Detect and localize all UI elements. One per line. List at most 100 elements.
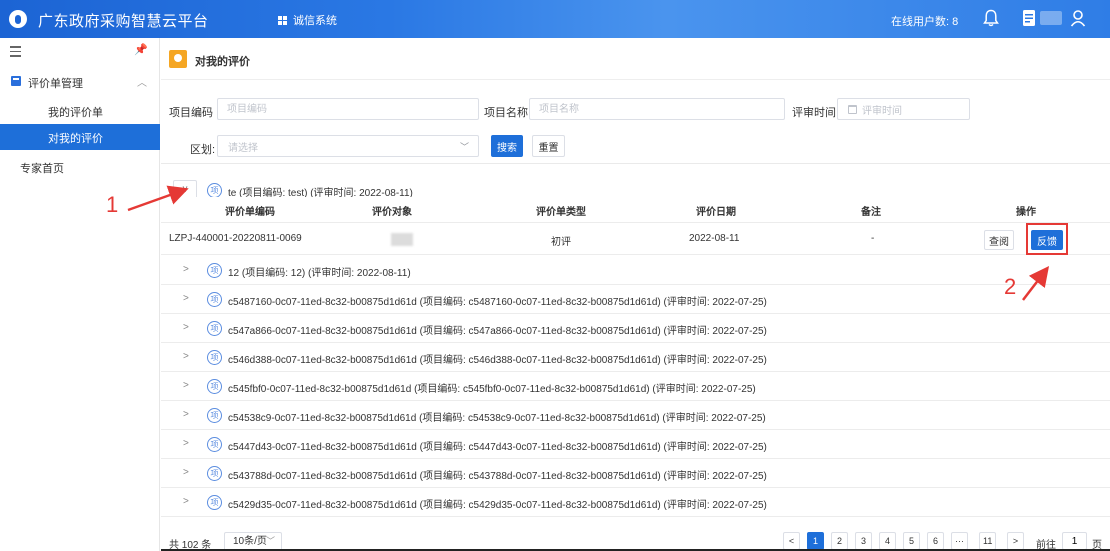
next-page-button[interactable]: > [1007, 532, 1024, 550]
page-size-value: 10条/页 [233, 536, 267, 547]
reset-button[interactable]: 重置 [532, 135, 565, 157]
chevron-down-icon: ﹀ [265, 536, 275, 546]
sidebar-toolbar: 📌 [0, 38, 160, 64]
group-title: c546d388-0c07-11ed-8c32-b00875d1d61d (项目… [228, 355, 767, 366]
review-time-picker[interactable]: 评审时间 [837, 98, 970, 120]
chevron-right-icon[interactable]: > [183, 438, 189, 449]
shield-logo-icon [9, 10, 27, 28]
group-title: c5487160-0c07-11ed-8c32-b00875d1d61d (项目… [228, 297, 767, 308]
sidebar-item-label: 我的评价单 [48, 107, 103, 119]
group-title: c545fbf0-0c07-11ed-8c32-b00875d1d61d (项目… [228, 384, 756, 395]
chevron-right-icon[interactable]: > [183, 467, 189, 478]
chevron-right-icon[interactable]: > [183, 264, 189, 275]
search-button[interactable]: 搜索 [491, 135, 523, 157]
sidebar-group-evaluation[interactable]: 评价单管理 ︿ [0, 71, 160, 93]
list-item[interactable]: > 项 c5429d35-0c07-11ed-8c32-b00875d1d61d (… [161, 488, 1110, 517]
project-badge: 项 [207, 495, 222, 510]
chevron-right-icon[interactable]: > [183, 293, 189, 304]
sidebar-item-my-evaluations[interactable]: 我的评价单 [0, 98, 160, 124]
goto-page-input[interactable] [1062, 532, 1087, 550]
column-header: 备注 [861, 207, 881, 218]
region-placeholder: 请选择 [228, 142, 258, 154]
system-switch[interactable]: 诚信系统 [278, 12, 337, 28]
list-item[interactable]: > 项 c545fbf0-0c07-11ed-8c32-b00875d1d61d (… [161, 372, 1110, 401]
sidebar-item-evaluations-of-me[interactable]: 对我的评价 [0, 124, 160, 150]
page-ellipsis[interactable]: ··· [951, 532, 968, 550]
page-button[interactable]: 1 [807, 532, 824, 550]
list-item[interactable]: > 项 c543788d-0c07-11ed-8c32-b00875d1d61d (… [161, 459, 1110, 488]
page-button[interactable]: 6 [927, 532, 944, 550]
page-button[interactable]: 2 [831, 532, 848, 550]
review-time-label: 评审时间 [792, 107, 836, 119]
evaluation-remark: - [871, 233, 875, 244]
project-badge: 项 [207, 292, 222, 307]
column-header: 评价日期 [696, 207, 736, 218]
region-label: 区划: [190, 144, 216, 156]
calendar-icon [848, 104, 857, 114]
view-button[interactable]: 查阅 [984, 230, 1014, 250]
region-select[interactable]: 请选择 ﹀ [217, 135, 479, 157]
project-badge: 项 [207, 437, 222, 452]
bell-icon[interactable] [983, 9, 999, 27]
page-button[interactable]: 4 [879, 532, 896, 550]
pin-icon[interactable]: 📌 [134, 43, 148, 56]
project-badge: 项 [207, 466, 222, 481]
pagination: 共 102 条 10条/页 ﹀ < 1 2 3 4 5 6 ··· 11 > 前… [161, 528, 1110, 551]
chevron-right-icon[interactable]: > [183, 351, 189, 362]
brand-title: 广东政府采购智慧云平台 [38, 13, 209, 30]
evaluation-code: LZPJ-440001-20220811-0069 [169, 233, 302, 244]
user-icon[interactable] [1070, 9, 1086, 27]
list-item[interactable]: > 项 c5447d43-0c07-11ed-8c32-b00875d1d61d (… [161, 430, 1110, 459]
column-header: 评价单类型 [536, 207, 586, 218]
column-header: 操作 [1016, 207, 1036, 218]
chevron-right-icon[interactable]: > [183, 322, 189, 333]
chevron-down-icon: ﹀ [459, 142, 469, 152]
project-name-input[interactable] [529, 98, 785, 120]
list-item[interactable]: > 项 c547a866-0c07-11ed-8c32-b00875d1d61d (… [161, 314, 1110, 343]
avatar [1040, 11, 1062, 25]
page-button[interactable]: 5 [903, 532, 920, 550]
page-button[interactable]: 11 [979, 532, 997, 550]
sidebar-group-label: 评价单管理 [28, 78, 83, 90]
project-badge: 项 [207, 379, 222, 394]
annotation-highlight-box [1026, 223, 1068, 255]
evaluation-type: 初评 [551, 237, 571, 248]
group-title: c547a866-0c07-11ed-8c32-b00875d1d61d (项目… [228, 326, 767, 337]
project-badge: 项 [207, 408, 222, 423]
column-header: 评价对象 [372, 207, 412, 218]
group-title: c54538c9-0c07-11ed-8c32-b00875d1d61d (项目… [228, 413, 766, 424]
hamburger-icon[interactable] [10, 46, 21, 60]
grid-icon [278, 15, 287, 25]
review-time-placeholder: 评审时间 [862, 105, 902, 117]
document-icon[interactable] [1022, 9, 1036, 27]
list-item[interactable]: > 项 12 (项目编码: 12) (评审时间: 2022-08-11) [161, 256, 1110, 285]
evaluation-date: 2022-08-11 [689, 233, 740, 244]
results-list: ∨ 项 te (项目编码: test) (评审时间: 2022-08-11) 评… [161, 163, 1110, 517]
list-item[interactable]: > 项 c54538c9-0c07-11ed-8c32-b00875d1d61d (… [161, 401, 1110, 430]
group-title: c5429d35-0c07-11ed-8c32-b00875d1d61d (项目… [228, 500, 767, 511]
annotation-number-1: 1 [106, 192, 119, 217]
annotation-number-2: 2 [1004, 274, 1017, 299]
table-header: 评价单编码 评价对象 评价单类型 评价日期 备注 操作 [161, 197, 1110, 222]
project-badge: 项 [207, 263, 222, 278]
project-code-input[interactable] [217, 98, 479, 120]
column-header: 评价单编码 [225, 207, 275, 218]
page-header: 对我的评价 [161, 38, 1110, 80]
project-badge: 项 [207, 350, 222, 365]
chevron-right-icon[interactable]: > [183, 409, 189, 420]
online-users: 在线用户数: 8 [891, 16, 959, 28]
chevron-up-icon: ︿ [137, 78, 147, 89]
list-item[interactable]: > 项 c546d388-0c07-11ed-8c32-b00875d1d61d (… [161, 343, 1110, 372]
page-button[interactable]: 3 [855, 532, 872, 550]
project-badge: 项 [207, 321, 222, 336]
project-code-label: 项目编码 [169, 107, 213, 119]
table-row: LZPJ-440001-20220811-0069 初评 2022-08-11 … [161, 222, 1110, 255]
prev-page-button[interactable]: < [783, 532, 800, 550]
project-badge: 项 [207, 183, 222, 198]
group-title: c543788d-0c07-11ed-8c32-b00875d1d61d (项目… [228, 471, 767, 482]
chevron-right-icon[interactable]: > [183, 496, 189, 507]
list-item[interactable]: > 项 c5487160-0c07-11ed-8c32-b00875d1d61d (… [161, 285, 1110, 314]
sidebar-item-expert-home[interactable]: 专家首页 [0, 156, 160, 178]
menu-icon [11, 76, 21, 86]
chevron-right-icon[interactable]: > [183, 380, 189, 391]
